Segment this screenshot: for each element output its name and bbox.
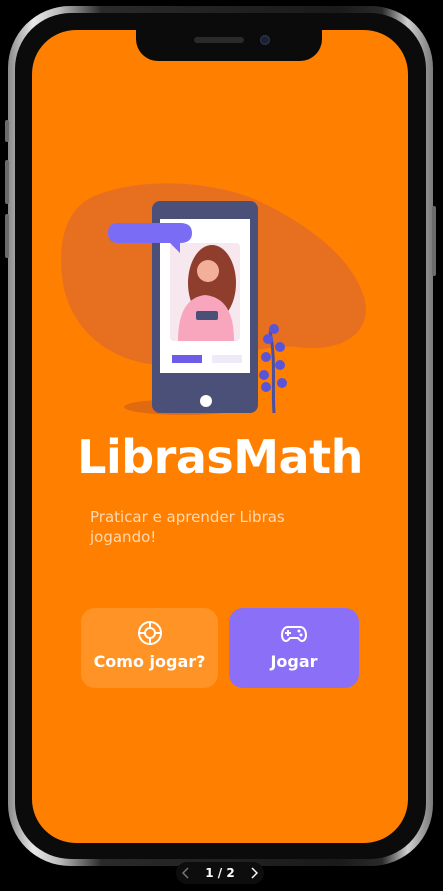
front-camera	[260, 35, 270, 45]
illustration-button-inactive	[212, 355, 242, 363]
volume-down-button	[5, 214, 9, 258]
woman-face	[197, 260, 219, 282]
app-title: LibrasMath	[77, 430, 363, 484]
next-page-button[interactable]	[244, 862, 264, 884]
phone-illustration	[61, 183, 366, 415]
power-button	[432, 206, 436, 276]
gamepad-icon	[229, 620, 359, 646]
speaker-grille	[194, 37, 244, 43]
app-subtitle: Praticar e aprender Libras jogando!	[90, 508, 285, 546]
app-screen: LibrasMath Praticar e aprender Libras jo…	[32, 30, 408, 843]
volume-up-button	[5, 160, 9, 204]
lifebuoy-icon	[81, 620, 218, 646]
chevron-left-icon	[182, 867, 189, 879]
woman-tablet	[196, 311, 218, 320]
play-label: Jogar	[270, 652, 318, 671]
illustration-button-active	[172, 355, 202, 363]
play-button[interactable]: Jogar	[229, 608, 359, 688]
device-notch	[136, 30, 322, 61]
page-count: 1 / 2	[205, 866, 235, 880]
how-to-play-label: Como jogar?	[93, 652, 206, 671]
previous-page-button[interactable]	[176, 862, 196, 884]
how-to-play-button[interactable]: Como jogar?	[81, 608, 218, 688]
chevron-right-icon	[251, 867, 258, 879]
illustration-home-button	[200, 395, 212, 407]
mute-switch	[5, 120, 9, 142]
page-indicator: 1 / 2	[176, 862, 264, 884]
